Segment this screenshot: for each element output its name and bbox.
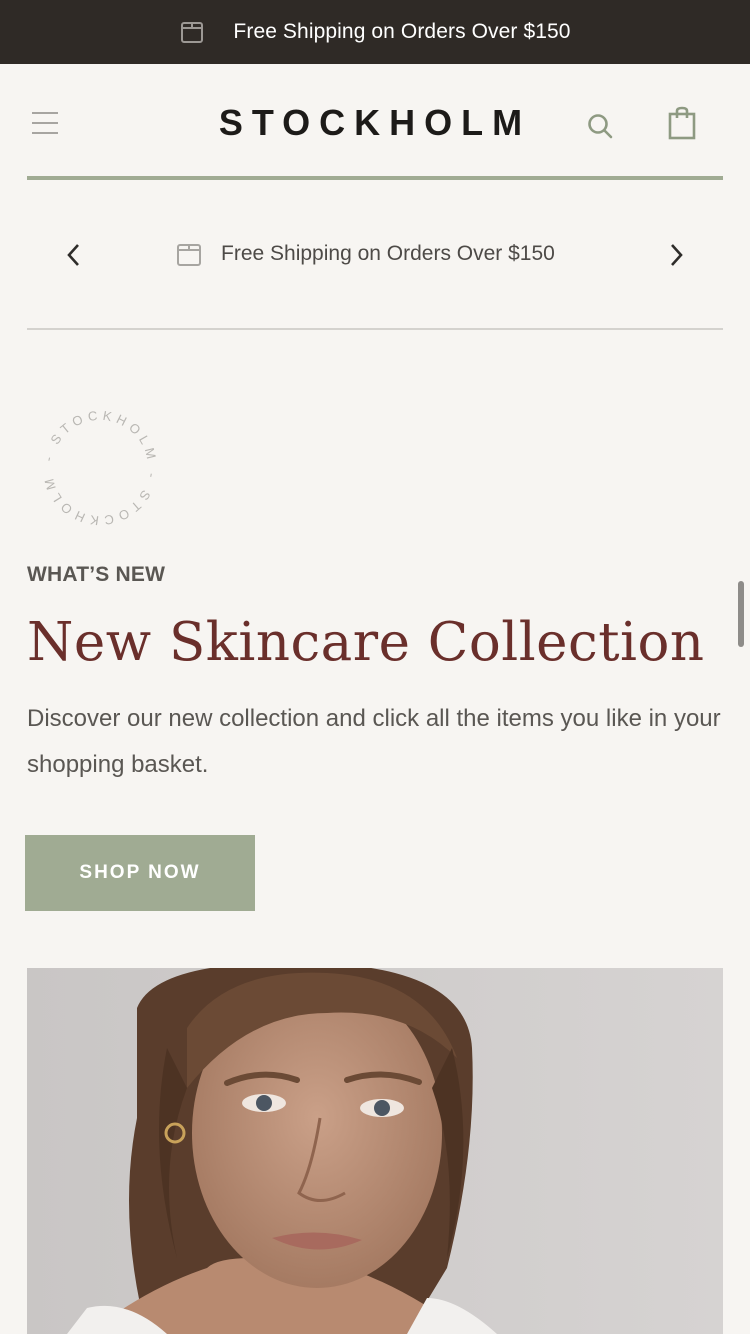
shopping-bag-icon[interactable] [668,106,696,140]
hero-image [27,968,723,1334]
shop-now-button[interactable]: SHOP NOW [25,835,255,911]
chevron-right-icon[interactable] [665,242,687,268]
site-logo[interactable]: STOCKHOLM [0,102,750,144]
model-portrait-image [27,968,723,1334]
chevron-left-icon[interactable] [63,242,85,268]
site-header: STOCKHOLM [0,64,750,180]
top-banner: Free Shipping on Orders Over $150 [0,0,750,64]
box-icon [181,22,204,43]
stockholm-circular-stamp: - STOCKHOLM - STOCKHOLM [40,408,160,528]
announcement-text: Free Shipping on Orders Over $150 [221,242,555,265]
box-icon [177,244,201,266]
top-banner-text: Free Shipping on Orders Over $150 [233,20,571,43]
svg-text:- STOCKHOLM - STOCKHOLM: - STOCKHOLM - STOCKHOLM [40,408,160,528]
promo-title: New Skincare Collection [27,612,705,673]
promo-description: Discover our new collection and click al… [27,705,721,778]
section-eyebrow: WHAT’S NEW [27,563,166,586]
scrollbar[interactable] [738,581,744,647]
announcement-slider: Free Shipping on Orders Over $150 [27,180,723,330]
search-icon[interactable] [586,112,614,140]
announcement-item: Free Shipping on Orders Over $150 [175,240,555,268]
